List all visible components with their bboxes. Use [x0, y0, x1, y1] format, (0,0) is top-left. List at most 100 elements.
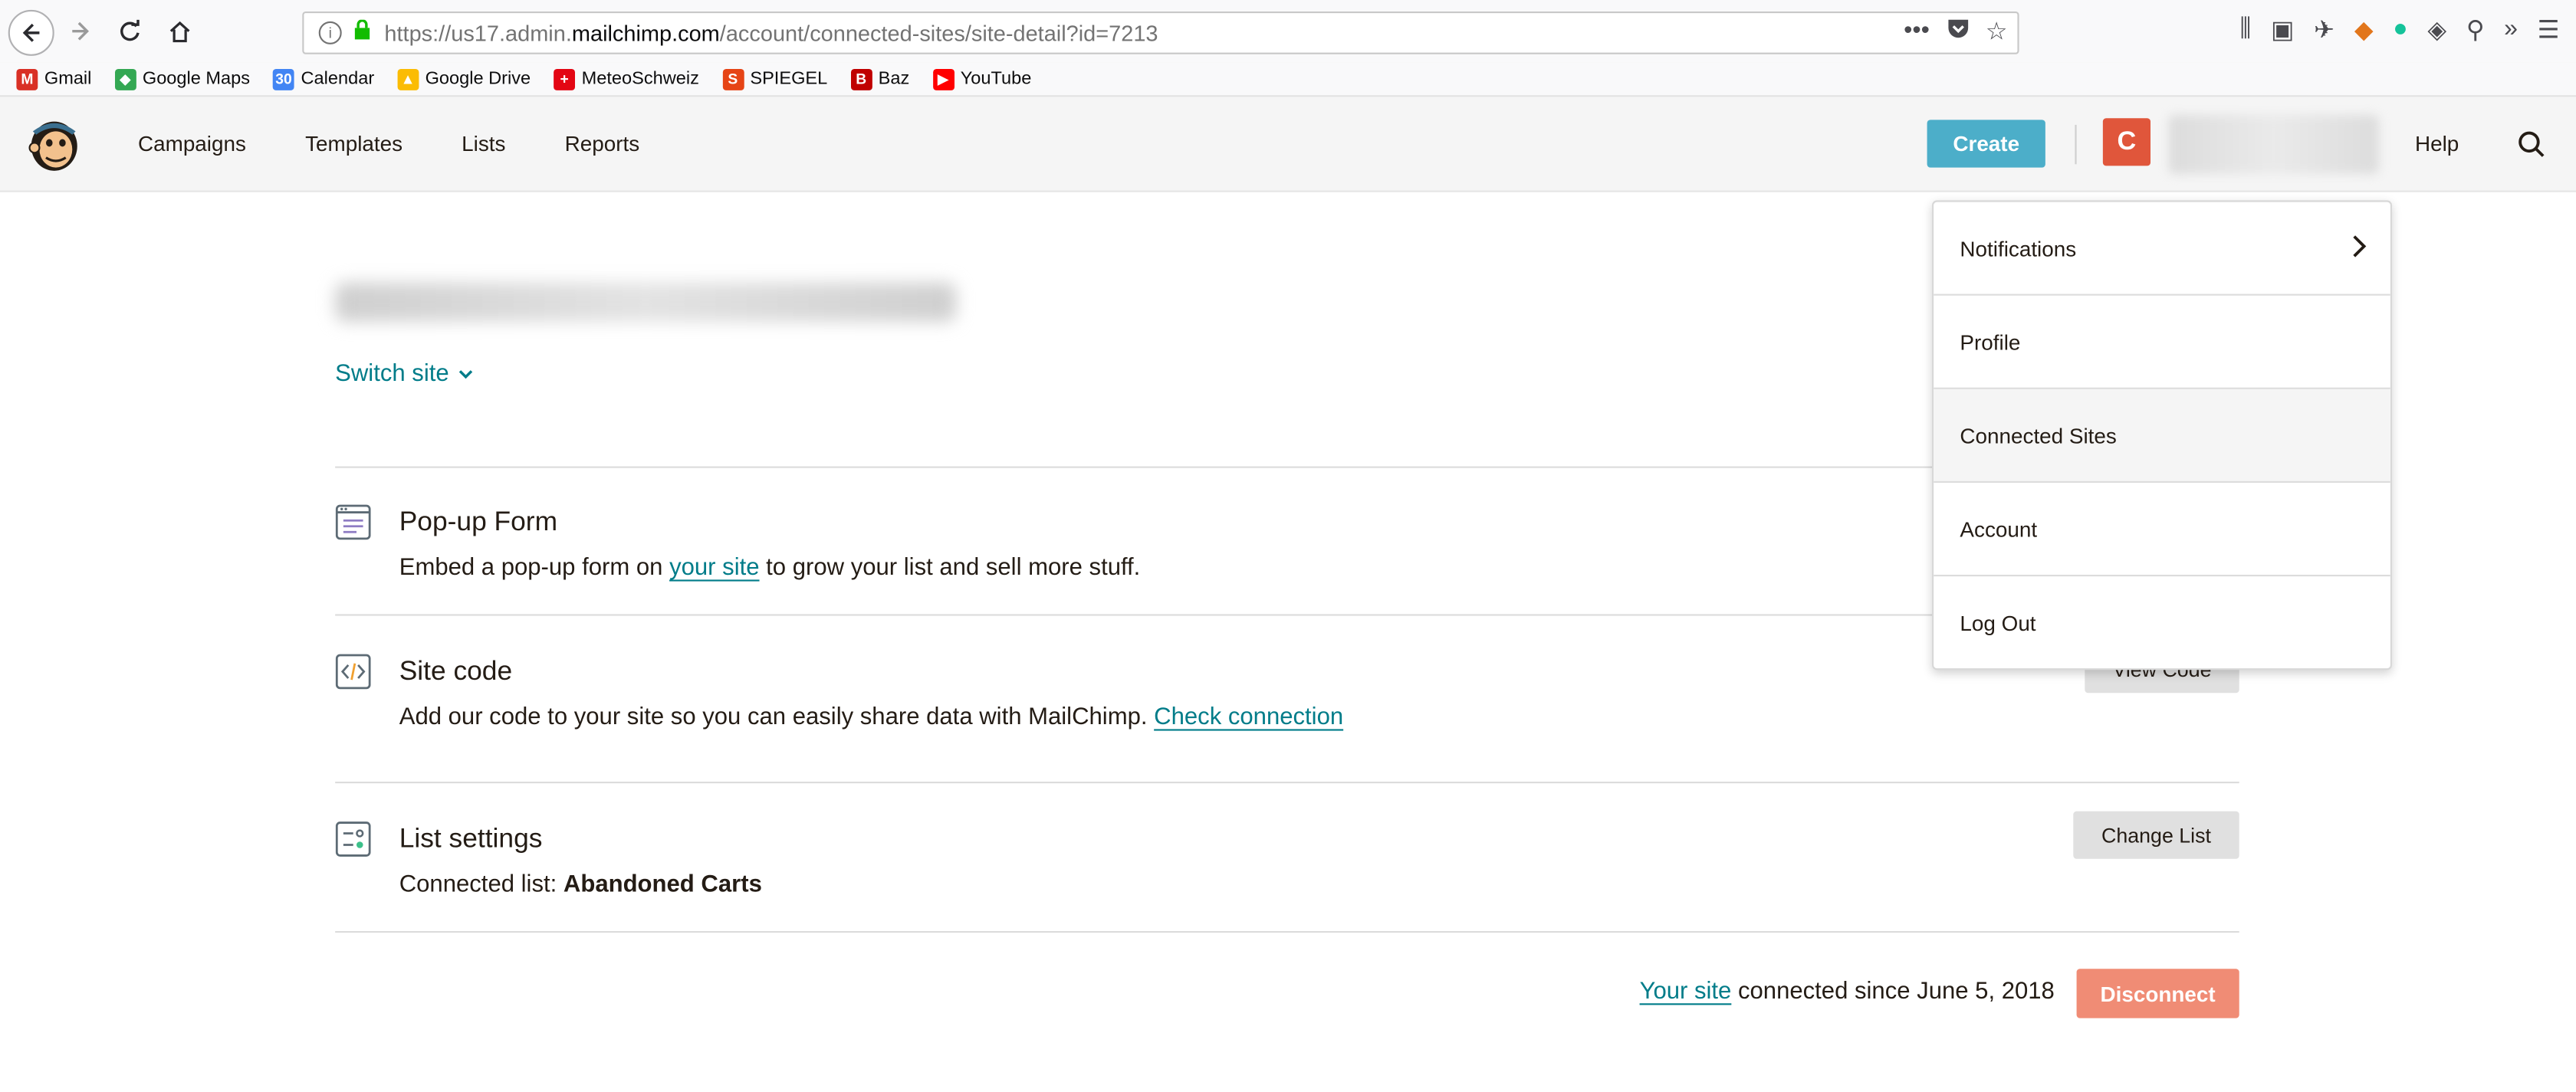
nav-lists[interactable]: Lists — [462, 131, 505, 156]
site-code-desc-text: Add our code to your site so you can eas… — [399, 704, 1155, 731]
popup-form-desc-text: Embed a pop-up form on — [399, 555, 670, 582]
url-path: /account/connected-sites/site-detail?id=… — [719, 20, 1158, 45]
library-icon[interactable]: ⫼ — [2240, 15, 2252, 44]
create-button[interactable]: Create — [1927, 120, 2045, 168]
arrow-left-icon — [22, 23, 40, 42]
hamburger-menu-icon[interactable]: ☰ — [2538, 15, 2560, 44]
menu-item-account[interactable]: Account — [1934, 483, 2390, 577]
connected-since-text: Your site connected since June 5, 2018 — [1640, 979, 2055, 1005]
nav-reports[interactable]: Reports — [565, 131, 640, 156]
connected-list-label: Connected list: — [399, 871, 564, 899]
your-site-footer-link[interactable]: Your site — [1640, 979, 1732, 1005]
popup-form-icon — [335, 504, 371, 540]
baz-icon: B — [850, 67, 872, 90]
bookmark-spiegel[interactable]: S SPIEGEL — [721, 67, 828, 90]
bookmark-meteoschweiz[interactable]: + MeteoSchweiz — [554, 67, 699, 90]
pocket-icon[interactable] — [1946, 16, 1969, 46]
forward-button[interactable] — [59, 10, 102, 53]
menu-item-label: Profile — [1960, 329, 2021, 354]
reload-button[interactable] — [108, 10, 151, 53]
account-dropdown-menu: Notifications Profile Connected Sites Ac… — [1932, 200, 2392, 671]
menu-item-label: Connected Sites — [1960, 422, 2117, 448]
avatar[interactable]: C — [2102, 118, 2150, 166]
bookmark-label: Baz — [878, 69, 910, 89]
extension-icon[interactable]: ✈ — [2314, 15, 2334, 44]
main-nav: Campaigns Templates Lists Reports — [138, 97, 698, 190]
blurred-account-name[interactable] — [2168, 115, 2379, 175]
popup-form-title: Pop-up Form — [399, 507, 558, 537]
blurred-site-title — [335, 282, 957, 322]
bookmark-youtube[interactable]: ▶ YouTube — [932, 67, 1032, 90]
more-actions-icon[interactable]: ••• — [1904, 16, 1930, 46]
help-link[interactable]: Help — [2415, 131, 2459, 156]
menu-item-notifications[interactable]: Notifications — [1934, 202, 2390, 296]
home-icon — [169, 20, 189, 42]
chevron-down-icon — [459, 370, 473, 379]
back-button[interactable] — [8, 9, 54, 56]
bookmark-label: SPIEGEL — [750, 69, 828, 89]
url-bar[interactable]: i https://us17.admin.mailchimp.com/accou… — [302, 11, 2019, 54]
nav-campaigns[interactable]: Campaigns — [138, 131, 246, 156]
bookmark-gmail[interactable]: M Gmail — [16, 67, 92, 90]
bookmark-google-maps[interactable]: ◆ Google Maps — [114, 67, 250, 90]
divider — [335, 931, 2239, 933]
bookmarks-bar: M Gmail ◆ Google Maps 30 Calendar ▲ Google Driv… — [0, 62, 2576, 97]
url-host: mailchimp.com — [571, 20, 720, 45]
menu-item-connected-sites[interactable]: Connected Sites — [1934, 389, 2390, 483]
menu-item-label: Log Out — [1960, 610, 2036, 635]
menu-item-log-out[interactable]: Log Out — [1934, 576, 2390, 668]
switch-site-label: Switch site — [335, 361, 449, 388]
fox-extension-icon[interactable]: ◆ — [2354, 15, 2374, 44]
your-site-link[interactable]: your site — [669, 555, 759, 581]
evernote-icon[interactable]: ◈ — [2427, 15, 2446, 44]
url-text: https://us17.admin.mailchimp.com/account… — [384, 21, 1158, 45]
lock-icon — [353, 19, 372, 46]
url-prefix: https://us17.admin. — [384, 20, 572, 45]
page: i https://us17.admin.mailchimp.com/accou… — [0, 0, 2576, 1092]
nav-templates[interactable]: Templates — [305, 131, 402, 156]
youtube-icon: ▶ — [932, 67, 955, 90]
reload-icon — [120, 19, 140, 41]
swiss-flag-icon: + — [554, 67, 576, 90]
popup-form-description: Embed a pop-up form on your site to grow… — [399, 555, 1141, 581]
bookmark-google-drive[interactable]: ▲ Google Drive — [397, 67, 531, 90]
overflow-icon[interactable]: » — [2504, 15, 2518, 44]
bookmark-baz[interactable]: B Baz — [850, 67, 910, 90]
drive-icon: ▲ — [397, 67, 419, 90]
mailchimp-logo-icon[interactable] — [26, 115, 82, 174]
list-settings-icon — [335, 821, 371, 857]
calendar-icon: 30 — [273, 67, 294, 90]
change-list-button[interactable]: Change List — [2073, 811, 2239, 859]
site-code-description: Add our code to your site so you can eas… — [399, 704, 1343, 730]
home-button[interactable] — [158, 10, 201, 53]
list-settings-title: List settings — [399, 824, 543, 854]
menu-item-profile[interactable]: Profile — [1934, 296, 2390, 389]
header-divider — [2075, 124, 2077, 165]
check-connection-link[interactable]: Check connection — [1154, 704, 1343, 730]
sidebar-icon[interactable]: ▣ — [2271, 15, 2294, 44]
divider — [335, 781, 2239, 784]
bookmark-label: MeteoSchweiz — [581, 69, 699, 89]
menu-item-label: Notifications — [1960, 235, 2077, 261]
maps-icon: ◆ — [114, 67, 136, 90]
popup-form-desc-tail: to grow your list and sell more stuff. — [759, 555, 1141, 582]
list-settings-description: Connected list: Abandoned Carts — [399, 872, 762, 898]
bookmark-label: YouTube — [960, 69, 1032, 89]
bookmark-label: Google Drive — [425, 69, 531, 89]
code-icon — [335, 654, 371, 690]
info-icon[interactable]: i — [318, 21, 342, 44]
bookmark-star-icon[interactable]: ☆ — [1986, 16, 2008, 46]
search-icon[interactable] — [2517, 130, 2547, 159]
connected-list-name: Abandoned Carts — [563, 871, 762, 899]
bike-icon[interactable]: ⚲ — [2466, 15, 2485, 44]
browser-toolbar: i https://us17.admin.mailchimp.com/accou… — [0, 0, 2576, 64]
bookmark-label: Gmail — [44, 69, 92, 89]
chevron-right-icon — [2353, 235, 2367, 257]
grammarly-icon[interactable]: ● — [2393, 15, 2407, 44]
menu-item-label: Account — [1960, 516, 2038, 542]
bookmark-calendar[interactable]: 30 Calendar — [273, 67, 375, 90]
disconnect-button[interactable]: Disconnect — [2076, 969, 2239, 1018]
switch-site-dropdown[interactable]: Switch site — [335, 361, 474, 388]
bookmark-label: Calendar — [301, 69, 375, 89]
site-code-title: Site code — [399, 657, 513, 687]
